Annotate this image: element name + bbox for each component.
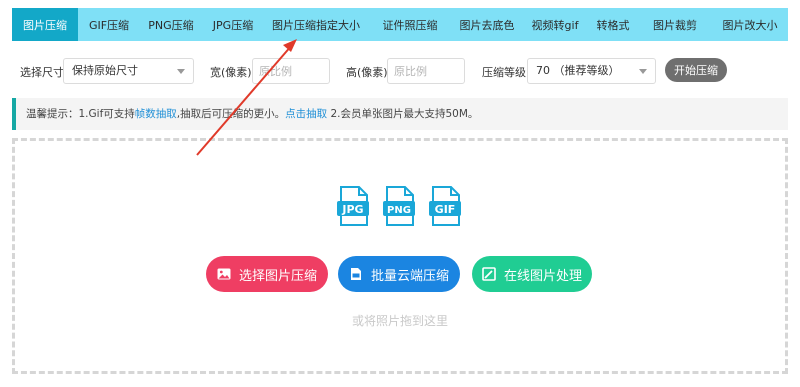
arrow-head bbox=[283, 39, 297, 52]
arrow-shaft bbox=[196, 44, 293, 156]
annotation-arrow bbox=[196, 39, 297, 156]
